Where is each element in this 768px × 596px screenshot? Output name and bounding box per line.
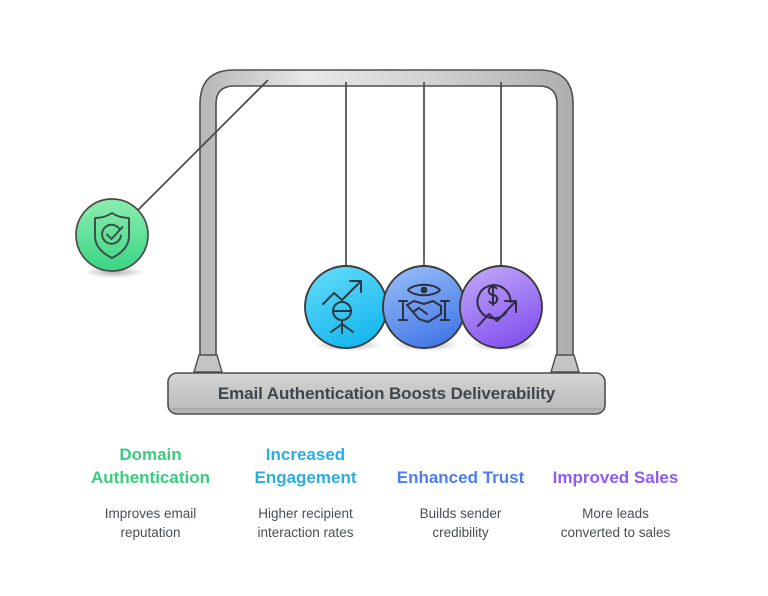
legend-heading: Improved Sales (552, 468, 679, 487)
legend-description: Higher recipient interaction rates (257, 506, 354, 540)
legend-description: Improves email reputation (104, 506, 197, 540)
legend-row: Domain Authentication Improves email rep… (0, 443, 768, 542)
legend-description: More leads converted to sales (560, 506, 671, 540)
legend-heading: Enhanced Trust (396, 468, 525, 487)
ball-increased-engagement[interactable] (304, 265, 388, 351)
pendulum-strings (135, 79, 502, 270)
base-plate (167, 372, 606, 415)
legend-column-increased-engagement: Increased Engagement Higher recipient in… (228, 443, 383, 542)
diagram-canvas: Email Authentication Boosts Deliverabili… (0, 0, 768, 596)
ball-improved-sales[interactable] (459, 265, 543, 351)
ball-circle (75, 198, 149, 272)
ball-circle (459, 265, 543, 349)
legend-column-improved-sales: Improved Sales More leads converted to s… (538, 443, 693, 542)
ball-circle (382, 265, 466, 349)
legend-description: Builds sender credibility (419, 506, 502, 540)
right-post-foot (550, 354, 580, 373)
ball-circle (304, 265, 388, 349)
ball-enhanced-trust[interactable] (382, 265, 466, 351)
ball-domain-authentication[interactable] (75, 198, 149, 278)
legend-column-domain-authentication: Domain Authentication Improves email rep… (73, 443, 228, 542)
cradle-base (167, 372, 606, 415)
legend-heading: Domain Authentication (91, 445, 210, 487)
legend-column-enhanced-trust: Enhanced Trust Builds sender credibility (383, 443, 538, 542)
left-post-foot (193, 354, 223, 373)
legend-heading: Increased Engagement (254, 445, 357, 487)
